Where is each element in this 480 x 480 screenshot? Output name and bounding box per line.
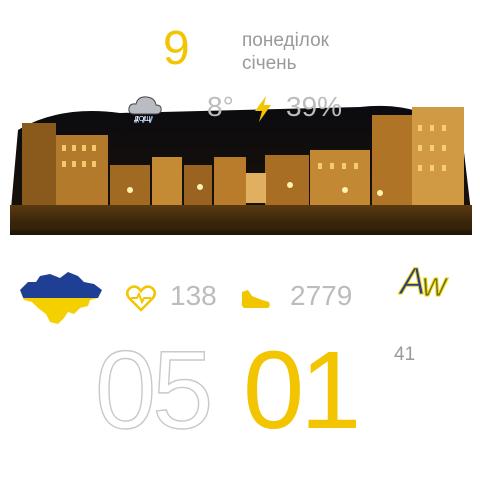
svg-text:w: w (422, 266, 449, 302)
time-seconds: 41 (394, 344, 416, 365)
battery-percent: 39% (286, 91, 343, 122)
lightning-bolt-icon (255, 96, 271, 122)
time-hours: 05 (94, 329, 214, 452)
ukraine-map-icon (20, 272, 102, 324)
heart-pulse-icon (126, 285, 156, 312)
sneaker-icon (241, 290, 270, 308)
aw-logo: A w (398, 261, 450, 303)
time-minutes: 01 (243, 329, 361, 452)
temperature-value: 8° (207, 91, 234, 122)
weekday-label: понеділок (242, 30, 329, 51)
city-night-photo (10, 105, 472, 235)
weather-condition: ДОЩ (134, 116, 151, 123)
day-number: 9 (163, 22, 190, 75)
month-label: січень (242, 53, 297, 74)
heart-rate-value: 138 (170, 280, 217, 311)
steps-value: 2779 (290, 280, 353, 311)
